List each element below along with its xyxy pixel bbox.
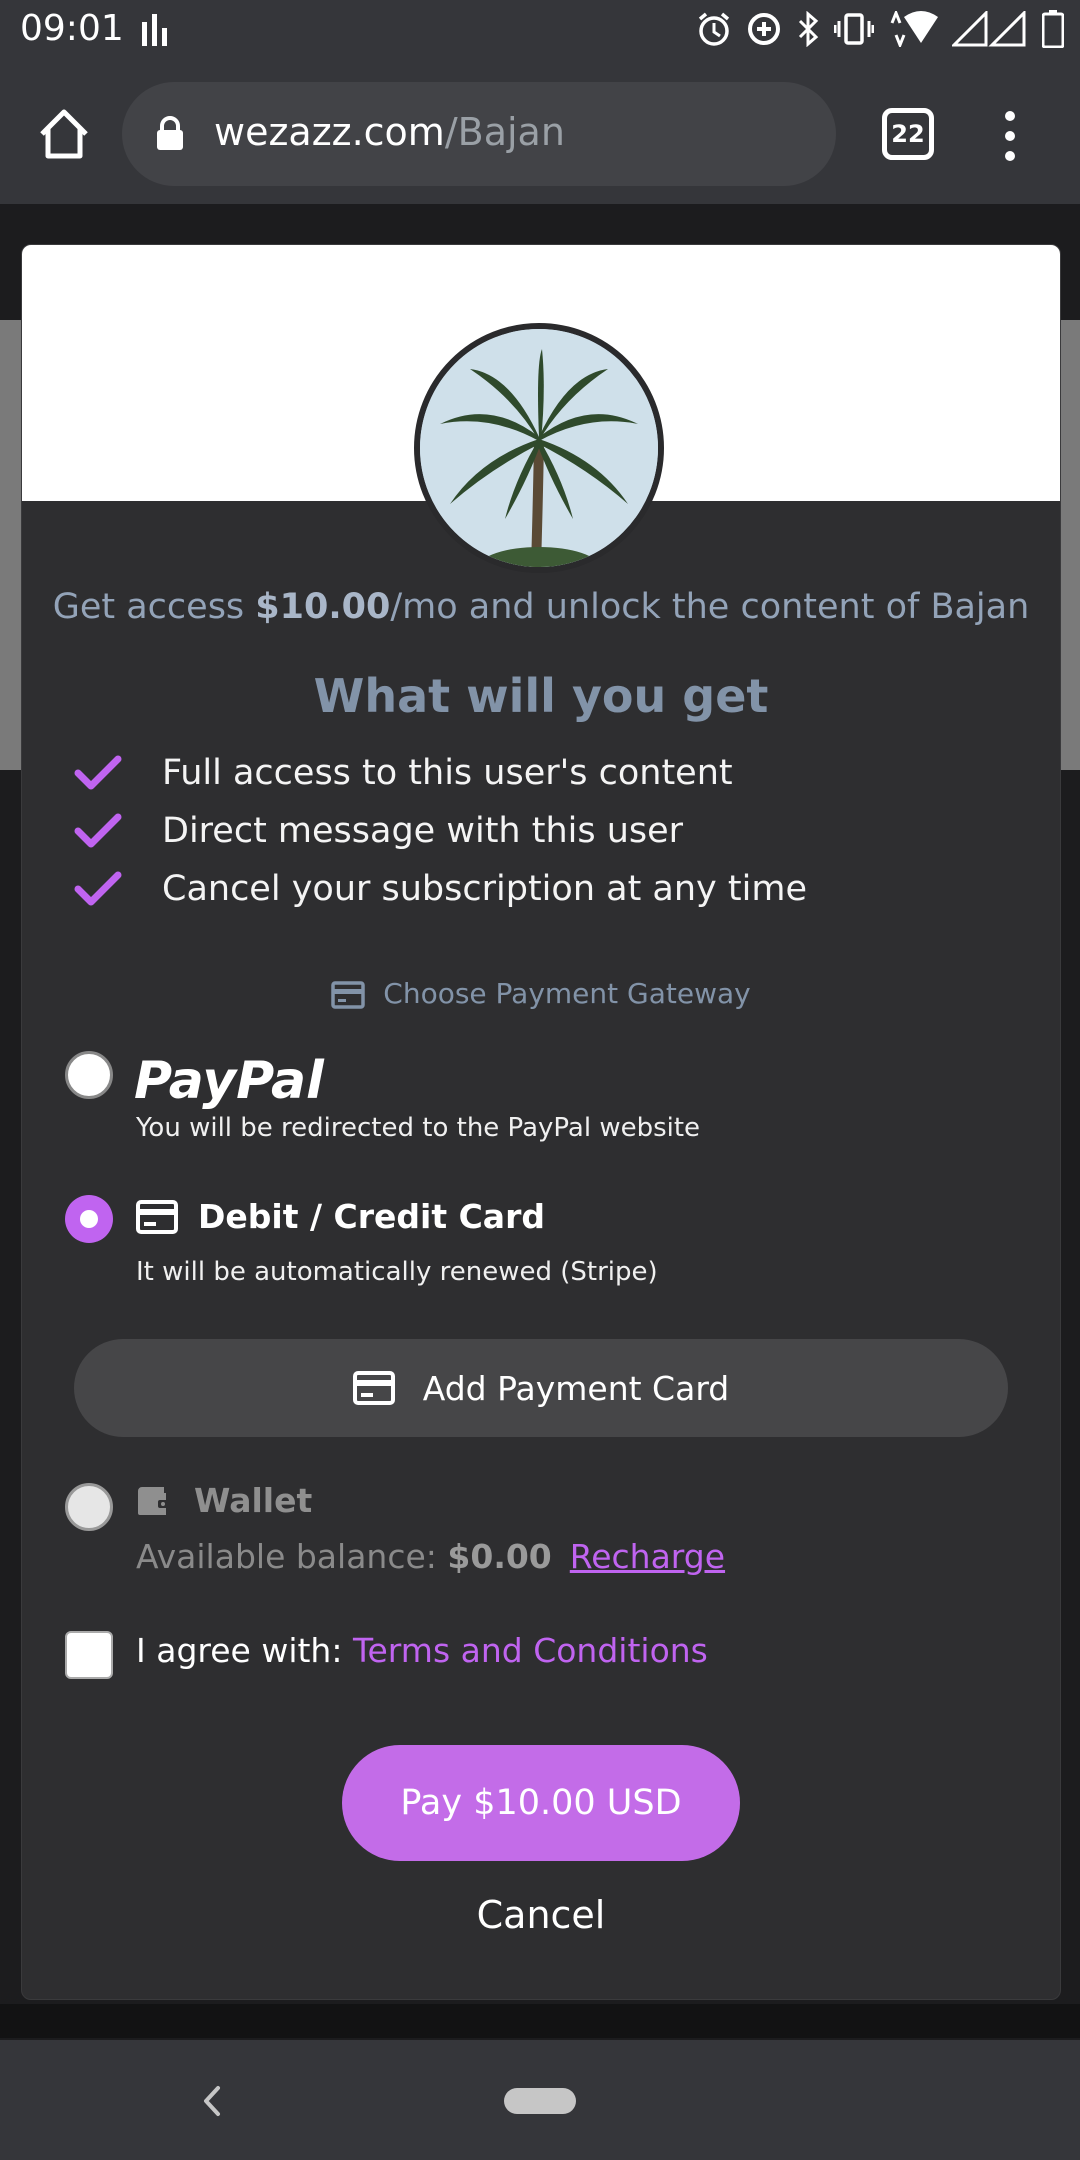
terms-link[interactable]: Terms and Conditions — [353, 1631, 708, 1670]
paypal-description: You will be redirected to the PayPal web… — [136, 1113, 701, 1143]
access-description: Get access $10.00/mo and unlock the cont… — [22, 587, 1060, 627]
signal-icon — [950, 9, 1028, 51]
benefits-title: What will you get — [313, 669, 769, 723]
balance-label: Available balance: — [136, 1537, 448, 1576]
battery-icon — [1041, 10, 1065, 52]
benefit-item: Direct message with this user — [72, 811, 683, 851]
lock-icon — [156, 116, 184, 156]
bar-chart-icon — [140, 12, 170, 50]
gateway-title: Choose Payment Gateway — [22, 977, 1060, 1010]
vibrate-icon — [833, 11, 875, 51]
credit-card-icon — [352, 1371, 395, 1405]
benefit-item: Full access to this user's content — [72, 753, 733, 793]
page-bottom-strip — [0, 2004, 1080, 2038]
wallet-radio[interactable] — [65, 1483, 113, 1531]
browser-toolbar: wezazz.com/Bajan 22 — [0, 64, 1080, 204]
url-domain: wezazz.com — [214, 110, 445, 154]
check-icon — [74, 755, 122, 790]
home-icon[interactable] — [34, 104, 94, 164]
data-saver-icon — [746, 11, 782, 51]
more-menu-icon[interactable] — [990, 108, 1030, 164]
status-time: 09:01 — [20, 8, 124, 49]
card-radio[interactable] — [65, 1195, 113, 1243]
wallet-balance: Available balance: $0.00 Recharge — [136, 1537, 725, 1576]
recharge-link[interactable]: Recharge — [570, 1537, 725, 1576]
card-description: It will be automatically renewed (Stripe… — [136, 1257, 658, 1287]
paypal-radio[interactable] — [65, 1051, 113, 1099]
cancel-button[interactable]: Cancel — [22, 1893, 1060, 1937]
benefit-item: Cancel your subscription at any time — [72, 869, 807, 909]
wifi-icon — [888, 8, 938, 51]
url-text[interactable]: wezazz.com/Bajan — [214, 110, 565, 154]
card-option-label: Debit / Credit Card — [198, 1197, 545, 1236]
subscription-modal: Get access $10.00/mo and unlock the cont… — [21, 244, 1061, 2000]
paypal-logo[interactable]: PayPal — [134, 1051, 324, 1111]
wallet-label: Wallet — [194, 1481, 313, 1520]
add-payment-card-button[interactable]: Add Payment Card — [74, 1339, 1008, 1437]
benefit-label: Cancel your subscription at any time — [162, 869, 807, 909]
address-bar[interactable]: wezazz.com/Bajan — [122, 82, 836, 186]
add-payment-card-label: Add Payment Card — [422, 1368, 730, 1408]
access-suffix: /mo and unlock the content of Bajan — [390, 587, 1030, 627]
terms-checkbox[interactable] — [65, 1631, 113, 1679]
url-path: /Bajan — [444, 110, 565, 154]
access-price: $10.00 — [255, 587, 391, 627]
benefit-label: Direct message with this user — [162, 811, 684, 851]
system-nav-bar — [0, 2040, 1080, 2160]
card-option-title[interactable]: Debit / Credit Card — [136, 1197, 545, 1236]
agree-label: I agree with: — [136, 1631, 353, 1670]
check-icon — [74, 871, 122, 906]
status-bar: 09:01 — [0, 0, 1080, 64]
bluetooth-icon — [796, 10, 820, 51]
tab-switcher-button[interactable]: 22 — [882, 108, 934, 160]
home-pill[interactable] — [504, 2088, 576, 2114]
back-icon[interactable] — [200, 2084, 224, 2122]
alarm-icon — [696, 11, 732, 51]
balance-value: $0.00 — [447, 1537, 552, 1576]
access-prefix: Get access — [52, 587, 256, 627]
credit-card-icon — [331, 981, 366, 1009]
check-icon — [74, 813, 122, 848]
pay-button[interactable]: Pay $10.00 USD — [342, 1745, 740, 1861]
avatar — [414, 323, 664, 573]
wallet-icon — [138, 1486, 170, 1515]
gateway-title-label: Choose Payment Gateway — [383, 977, 751, 1010]
agree-text: I agree with: Terms and Conditions — [136, 1631, 708, 1670]
credit-card-icon — [136, 1199, 178, 1234]
benefit-label: Full access to this user's content — [162, 753, 733, 793]
wallet-option-title[interactable]: Wallet — [136, 1481, 312, 1520]
